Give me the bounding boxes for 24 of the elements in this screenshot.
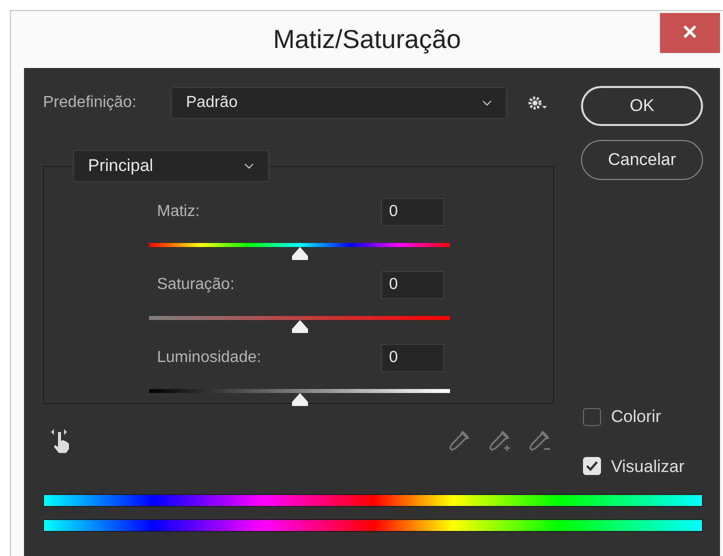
value-field[interactable]: 0 [381, 271, 444, 299]
slider-label: Saturação: [156, 275, 234, 295]
chevron-icon [482, 100, 492, 106]
check-icon [586, 461, 598, 472]
eyedropper-icon[interactable] [446, 428, 472, 454]
window-title: Matiz/Saturação [273, 23, 461, 56]
checkbox[interactable] [583, 457, 601, 476]
ok-button[interactable]: OK [581, 86, 703, 126]
close-button[interactable]: ✕ [660, 13, 720, 53]
preset-label: Predefinição: [43, 93, 138, 113]
value-field[interactable]: 0 [381, 198, 444, 226]
value-field[interactable]: 0 [381, 344, 444, 372]
checkbox-label: Visualizar [611, 456, 684, 478]
gear-icon[interactable] [527, 95, 549, 111]
checkbox[interactable] [583, 408, 601, 426]
channel-dropdown[interactable]: Principal [73, 150, 269, 182]
eyedropper-plus-icon[interactable] [486, 428, 512, 454]
slider-label: Luminosidade: [156, 348, 262, 368]
cancel-button[interactable]: Cancelar [581, 140, 703, 180]
checkbox-label: Colorir [611, 406, 662, 428]
preset-dropdown[interactable]: Padrão [171, 87, 507, 119]
eyedropper-minus-icon[interactable] [526, 428, 552, 454]
slider-label: Matiz: [156, 202, 200, 222]
chevron-icon [244, 163, 254, 169]
